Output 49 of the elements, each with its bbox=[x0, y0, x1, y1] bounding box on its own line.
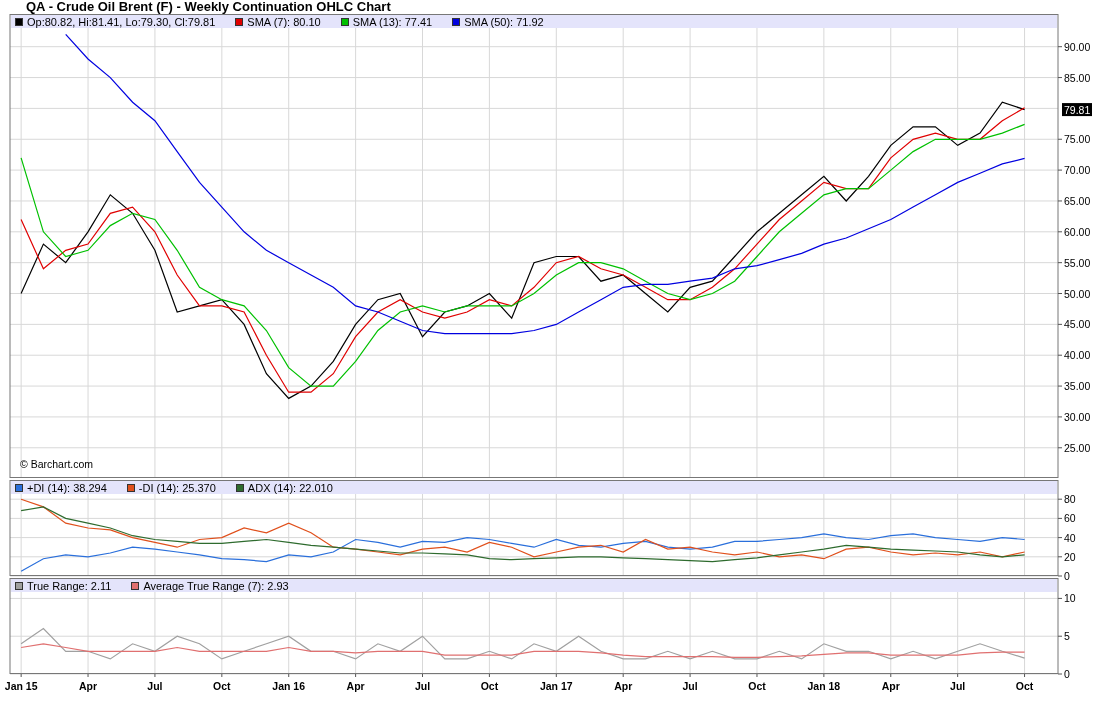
axis-label: 35.00 bbox=[1064, 380, 1091, 393]
axis-label: 30.00 bbox=[1064, 410, 1091, 423]
axis-label: 60.00 bbox=[1064, 225, 1091, 238]
axis-label: Jan 18 bbox=[807, 680, 841, 692]
axis-label: 20 bbox=[1064, 550, 1076, 563]
axis-label: 25.00 bbox=[1064, 441, 1091, 454]
axis-label: Jul bbox=[682, 680, 698, 692]
axis-label: 90.00 bbox=[1064, 40, 1091, 53]
legend-label: SMA (13): 77.41 bbox=[352, 15, 433, 28]
axis-label: 50.00 bbox=[1064, 287, 1091, 300]
axis-label: 45.00 bbox=[1064, 318, 1091, 331]
legend-label: True Range: 2.11 bbox=[27, 579, 112, 592]
axis-label: 0 bbox=[1064, 570, 1070, 582]
axis-label: 40.00 bbox=[1064, 349, 1091, 362]
axis-label: 55.00 bbox=[1064, 256, 1091, 269]
legend-label: SMA (7): 80.10 bbox=[247, 15, 321, 28]
axis-label: Jul bbox=[950, 680, 966, 692]
copyright-text: © Barchart.com bbox=[20, 458, 94, 470]
legend-label: Op:80.82, Hi:81.41, Lo:79.30, Cl:79.81 bbox=[27, 15, 216, 28]
axis-label: 5 bbox=[1064, 630, 1070, 643]
axis-label: 60 bbox=[1064, 512, 1076, 525]
axis-label: 80 bbox=[1064, 493, 1076, 506]
legend-label: SMA (50): 71.92 bbox=[464, 15, 544, 28]
axis-label: Oct bbox=[1015, 680, 1034, 692]
axis-label: 10 bbox=[1064, 592, 1076, 605]
legend-label: ADX (14): 22.010 bbox=[247, 481, 333, 494]
axis-label: Oct bbox=[213, 680, 231, 692]
last-price-label: 79.81 bbox=[1062, 103, 1092, 117]
axis-label: 40 bbox=[1064, 531, 1076, 544]
axis-label: 70.00 bbox=[1064, 164, 1091, 177]
axis-label: 65.00 bbox=[1064, 194, 1091, 207]
legend-label: Average True Range (7): 2.93 bbox=[143, 579, 289, 592]
axis-label: 0 bbox=[1064, 668, 1070, 680]
axis-label: Jan 17 bbox=[539, 680, 573, 692]
axis-label: Apr bbox=[881, 680, 900, 692]
axis-label: 85.00 bbox=[1064, 71, 1091, 84]
axis-label: Jan 16 bbox=[272, 680, 306, 692]
axis-label: Oct bbox=[748, 680, 766, 692]
axis-label: Jul bbox=[414, 680, 431, 692]
legend-label: +DI (14): 38.294 bbox=[27, 481, 107, 494]
legend-label: -DI (14): 25.370 bbox=[138, 481, 216, 494]
axis-label: Oct bbox=[480, 680, 499, 692]
axis-label: Apr bbox=[346, 680, 365, 692]
axis-label: Apr bbox=[79, 680, 98, 692]
axis-label: Apr bbox=[614, 680, 633, 692]
axis-label: Jul bbox=[147, 680, 163, 692]
axis-label: Jan 15 bbox=[4, 680, 38, 692]
chart-title: QA - Crude Oil Brent (F) - Weekly Continuation OHLC Chart bbox=[25, 0, 392, 14]
axis-label: 75.00 bbox=[1064, 133, 1091, 146]
